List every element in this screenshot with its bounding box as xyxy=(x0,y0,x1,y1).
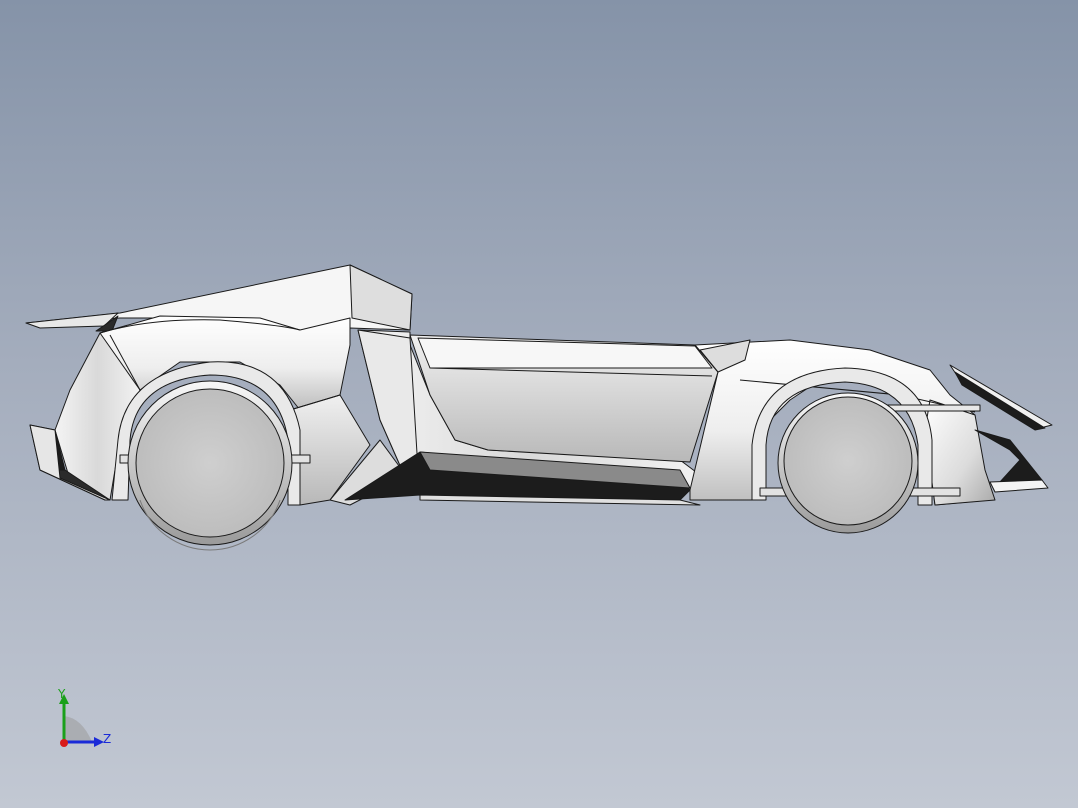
front-wheel xyxy=(777,392,919,534)
car-model[interactable] xyxy=(0,0,1078,808)
rear-wheel xyxy=(127,380,293,551)
orientation-triad: Y Z xyxy=(52,686,122,752)
triad-y-label: Y xyxy=(58,687,66,701)
graphics-viewport[interactable]: Y Z xyxy=(0,0,1078,808)
triad-z-label: Z xyxy=(103,732,112,746)
